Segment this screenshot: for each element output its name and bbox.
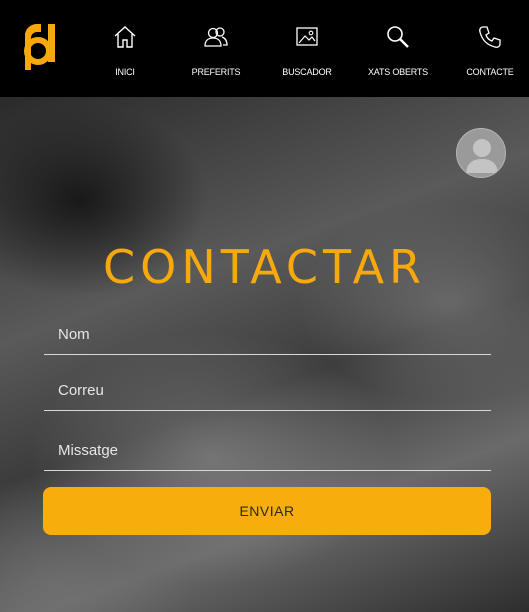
nav-item-contacte[interactable]: CONTACTE — [445, 0, 529, 97]
nav-label: CONTACTE — [466, 67, 514, 77]
nav-item-buscador[interactable]: BUSCADOR — [262, 0, 352, 97]
nav-label: XATS OBERTS — [368, 67, 428, 77]
search-icon — [387, 26, 409, 48]
nav-label: PREFERITS — [191, 67, 241, 77]
nav-label: BUSCADOR — [282, 67, 332, 77]
user-avatar-icon[interactable] — [456, 128, 506, 178]
submit-button[interactable]: ENVIAR — [43, 487, 491, 535]
nav-item-preferits[interactable]: PREFERITS — [171, 0, 261, 97]
image-icon — [296, 27, 318, 46]
users-icon — [204, 27, 228, 47]
top-navbar: INICI PREFERITS BUSCADOR XATS OBERTS CON… — [0, 0, 529, 97]
name-field[interactable] — [44, 315, 491, 355]
message-field[interactable] — [44, 431, 491, 471]
nav-label: INICI — [115, 67, 135, 77]
phone-icon — [479, 26, 501, 48]
home-icon — [114, 26, 136, 48]
nav-item-inici[interactable]: INICI — [80, 0, 170, 97]
name-input[interactable] — [44, 315, 491, 354]
page-title: CONTACTAR — [103, 240, 426, 294]
message-input[interactable] — [44, 431, 491, 470]
nav-item-xats-oberts[interactable]: XATS OBERTS — [353, 0, 443, 97]
brand-logo[interactable] — [21, 22, 57, 72]
email-input[interactable] — [44, 371, 491, 410]
email-field[interactable] — [44, 371, 491, 411]
avatar-silhouette — [466, 139, 498, 173]
